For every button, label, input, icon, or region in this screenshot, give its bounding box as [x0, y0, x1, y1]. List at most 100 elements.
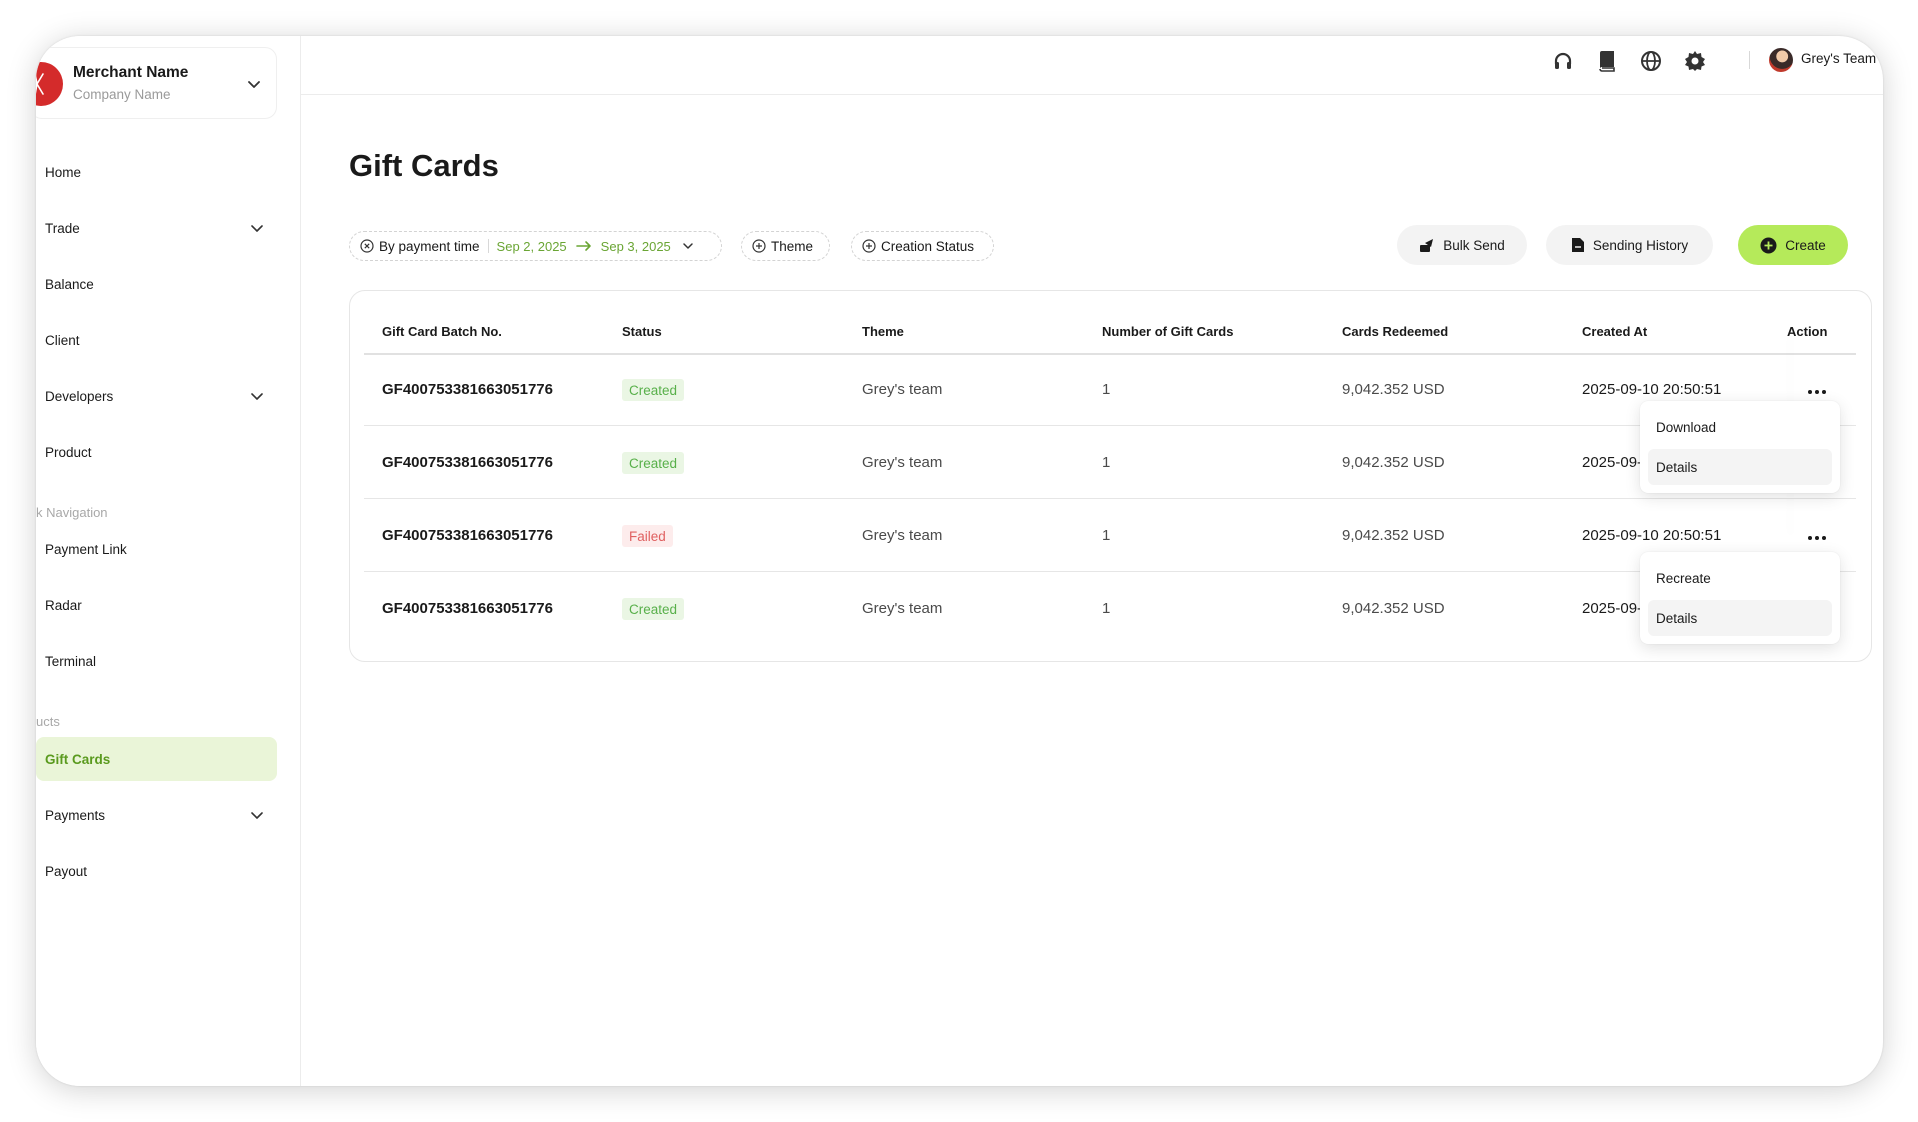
- add-circle-icon: [752, 239, 766, 253]
- menu-item-download[interactable]: Download: [1648, 409, 1832, 445]
- sidebar-item-label: Balance: [45, 276, 94, 292]
- document-icon: [1571, 238, 1584, 252]
- sidebar-item-label: Payout: [45, 863, 88, 879]
- row-1-more-button[interactable]: [1803, 382, 1831, 402]
- header-divider: [364, 353, 1856, 355]
- table-row-2-theme: Grey's team: [862, 454, 943, 471]
- sidebar-item-client[interactable]: Client: [36, 318, 277, 362]
- merchant-logo: [36, 62, 63, 106]
- chevron-down-icon: [251, 812, 263, 819]
- theme-filter[interactable]: Theme: [741, 231, 830, 261]
- sidebar-item-label: Home: [45, 164, 82, 180]
- sidebar: Merchant Name Company Name Home Trade Ba…: [36, 36, 301, 1086]
- status-badge: Created: [622, 598, 685, 620]
- row-3-action-menu: Recreate Details: [1640, 552, 1840, 644]
- merchant-switcher[interactable]: Merchant Name Company Name: [36, 47, 277, 119]
- date-from[interactable]: Sep 2, 2025: [497, 239, 567, 254]
- table-row-4-batch: GF400753381663051776: [382, 600, 553, 617]
- sidebar-item-radar[interactable]: Radar: [36, 583, 277, 627]
- table-row-3-theme: Grey's team: [862, 527, 943, 544]
- bulk-send-button[interactable]: Bulk Send: [1397, 225, 1527, 265]
- avatar[interactable]: [1769, 48, 1793, 72]
- sidebar-item-label: Radar: [45, 597, 82, 613]
- table-row-1-created: 2025-09-10 20:50:51: [1582, 381, 1722, 398]
- status-badge: Created: [622, 452, 685, 474]
- headset-icon[interactable]: [1550, 48, 1576, 74]
- sending-history-button[interactable]: Sending History: [1546, 225, 1713, 265]
- sidebar-item-label: Payment Link: [45, 541, 127, 557]
- table-row-1-redeemed: 9,042.352 USD: [1342, 381, 1445, 398]
- table-row-4-count: 1: [1102, 600, 1111, 617]
- row-divider: [364, 571, 1856, 572]
- sidebar-item-payout[interactable]: Payout: [36, 849, 277, 893]
- sidebar-item-developers[interactable]: Developers: [36, 374, 277, 418]
- table-row-3-count: 1: [1102, 527, 1111, 544]
- sidebar-item-gift-cards[interactable]: Gift Cards: [36, 737, 277, 781]
- sidebar-item-label: Client: [45, 332, 80, 348]
- book-icon[interactable]: [1594, 48, 1620, 74]
- row-3-more-button[interactable]: [1803, 528, 1831, 548]
- date-to[interactable]: Sep 3, 2025: [601, 239, 671, 254]
- table-row-2-batch: GF400753381663051776: [382, 454, 553, 471]
- row-divider: [364, 425, 1856, 426]
- table-row-3-batch: GF400753381663051776: [382, 527, 553, 544]
- create-button[interactable]: Create: [1738, 225, 1848, 265]
- globe-icon[interactable]: [1638, 48, 1664, 74]
- column-header-created: Created At: [1582, 324, 1648, 339]
- payment-time-filter[interactable]: By payment time Sep 2, 2025 Sep 3, 2025: [349, 231, 722, 261]
- table-row-3-redeemed: 9,042.352 USD: [1342, 527, 1445, 544]
- arrow-right-icon: [575, 241, 591, 251]
- bulk-send-label: Bulk Send: [1443, 237, 1505, 253]
- sidebar-item-label: Developers: [45, 388, 114, 404]
- sidebar-item-label: Gift Cards: [45, 751, 111, 767]
- payment-time-label: By payment time: [379, 238, 480, 254]
- sidebar-item-payments[interactable]: Payments: [36, 793, 277, 837]
- topbar-divider: [1749, 51, 1750, 69]
- table-row-4-redeemed: 9,042.352 USD: [1342, 600, 1445, 617]
- send-stack-icon: [1420, 239, 1434, 252]
- column-header-redeemed: Cards Redeemed: [1342, 324, 1449, 339]
- menu-item-details[interactable]: Details: [1648, 449, 1832, 485]
- creation-status-label: Creation Status: [881, 238, 975, 254]
- merchant-name: Merchant Name: [73, 64, 189, 81]
- sidebar-item-product[interactable]: Product: [36, 430, 277, 474]
- column-header-count: Number of Gift Cards: [1102, 324, 1234, 339]
- row-1-action-menu: Download Details: [1640, 401, 1840, 493]
- team-switcher-label[interactable]: Grey's Team: [1801, 51, 1876, 66]
- clear-circle-icon[interactable]: [360, 239, 374, 253]
- table-row-4-theme: Grey's team: [862, 600, 943, 617]
- column-header-status: Status: [622, 324, 662, 339]
- company-name: Company Name: [73, 87, 171, 102]
- column-header-batch: Gift Card Batch No.: [382, 324, 502, 339]
- status-badge: Failed: [622, 525, 673, 547]
- plus-circle-icon: [1760, 237, 1777, 253]
- chevron-down-icon: [251, 225, 263, 232]
- gear-icon[interactable]: [1682, 48, 1708, 74]
- chevron-down-icon: [251, 393, 263, 400]
- menu-item-recreate[interactable]: Recreate: [1648, 560, 1832, 596]
- theme-filter-label: Theme: [771, 238, 814, 254]
- sidebar-item-label: Trade: [45, 220, 80, 236]
- app-window: Merchant Name Company Name Home Trade Ba…: [36, 36, 1883, 1086]
- sidebar-item-balance[interactable]: Balance: [36, 262, 277, 306]
- status-badge: Created: [622, 379, 685, 401]
- sidebar-item-label: Product: [45, 444, 92, 460]
- column-header-theme: Theme: [862, 324, 904, 339]
- topbar: Grey's Team: [301, 36, 1883, 95]
- table-row-2-redeemed: 9,042.352 USD: [1342, 454, 1445, 471]
- sending-history-label: Sending History: [1592, 237, 1689, 253]
- sidebar-item-trade[interactable]: Trade: [36, 206, 277, 250]
- create-label: Create: [1785, 237, 1826, 253]
- row-divider: [364, 498, 1856, 499]
- sidebar-item-home[interactable]: Home: [36, 150, 277, 194]
- add-circle-icon: [862, 239, 876, 253]
- table-row-1-batch: GF400753381663051776: [382, 381, 553, 398]
- divider: [487, 239, 489, 253]
- menu-item-details[interactable]: Details: [1648, 600, 1832, 636]
- sidebar-item-label: Terminal: [45, 653, 97, 669]
- sidebar-item-payment-link[interactable]: Payment Link: [36, 527, 277, 571]
- creation-status-filter[interactable]: Creation Status: [851, 231, 994, 261]
- table-row-1-theme: Grey's team: [862, 381, 943, 398]
- sidebar-item-terminal[interactable]: Terminal: [36, 639, 277, 683]
- page-title: Gift Cards: [349, 148, 499, 183]
